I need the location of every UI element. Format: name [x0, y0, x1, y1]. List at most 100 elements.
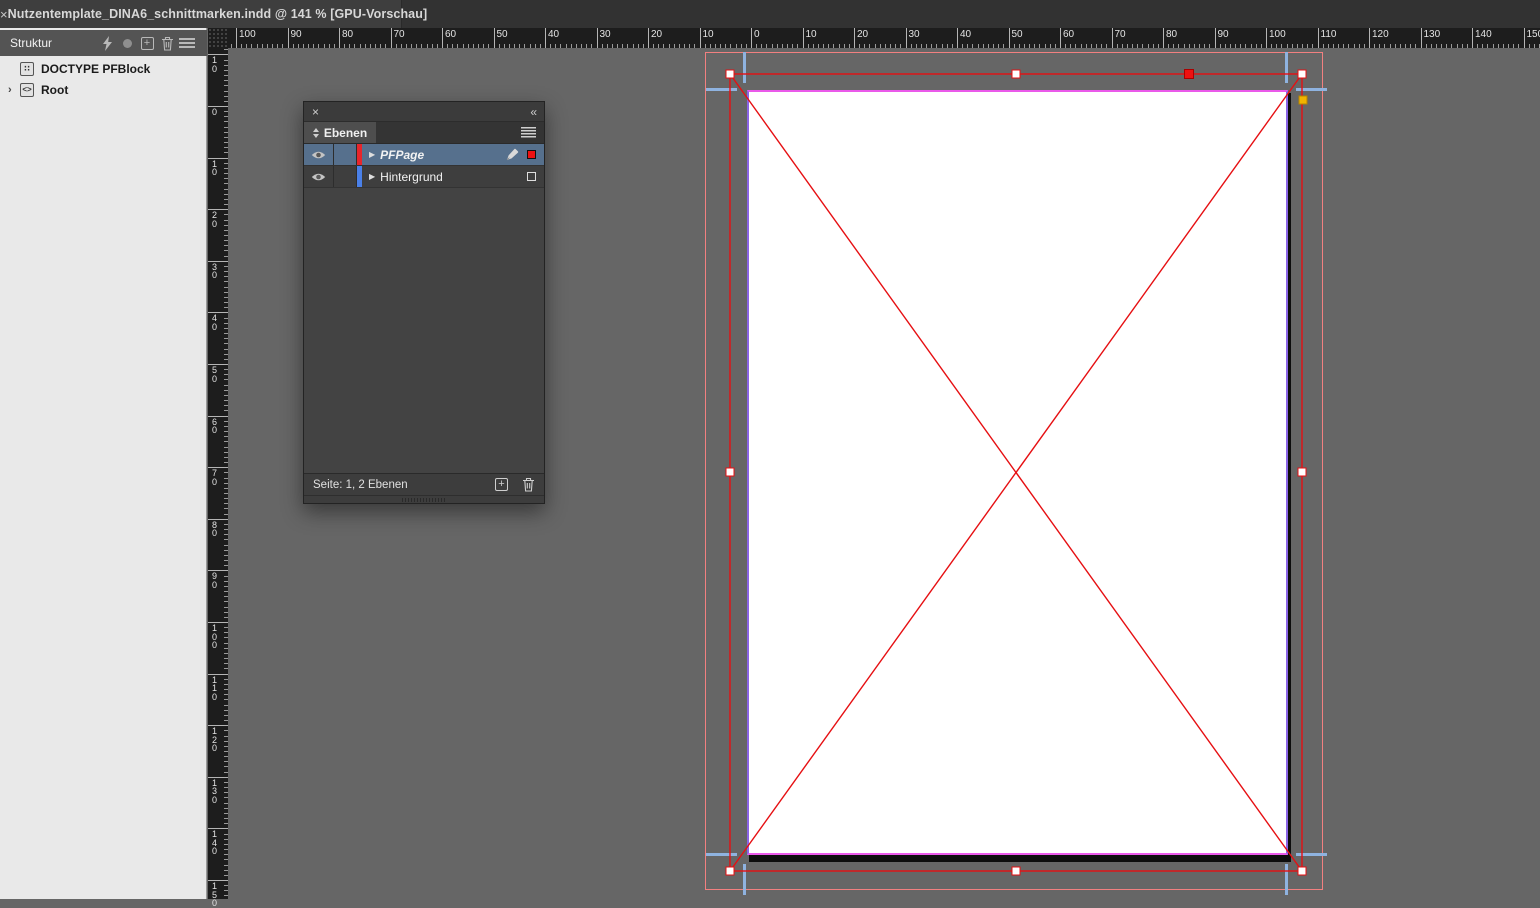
- ruler-major-tick: [1524, 28, 1525, 48]
- ruler-minor-tick: [643, 44, 644, 48]
- trash-icon: [161, 36, 174, 51]
- layer-row-hintergrund[interactable]: ▶ Hintergrund: [304, 166, 544, 188]
- ruler-label: 8 0: [212, 521, 224, 538]
- live-corner-widget[interactable]: [1299, 96, 1308, 105]
- ruler-minor-tick: [483, 44, 484, 48]
- ruler-minor-tick: [1199, 44, 1200, 48]
- layer-row-pfpage[interactable]: ▶ PFPage: [304, 144, 544, 166]
- ruler-major-tick: [208, 725, 228, 726]
- ruler-minor-tick: [224, 612, 228, 613]
- layers-panel-titlebar[interactable]: × «: [304, 102, 544, 122]
- ruler-minor-tick: [224, 276, 228, 277]
- handle-top-right[interactable]: [1298, 70, 1307, 79]
- handle-bottom-right[interactable]: [1298, 867, 1307, 876]
- ruler-minor-tick: [900, 44, 901, 48]
- record-icon[interactable]: [117, 34, 137, 52]
- close-tab-icon[interactable]: ×: [0, 7, 8, 22]
- ruler-label: 1 3 0: [212, 779, 224, 805]
- layer-name[interactable]: PFPage: [380, 148, 424, 162]
- ruler-minor-tick: [224, 343, 228, 344]
- ruler-minor-tick: [504, 44, 505, 48]
- layer-disclosure-icon[interactable]: ▶: [369, 172, 375, 181]
- ruler-major-tick: [1421, 28, 1422, 48]
- ruler-label: 20: [651, 29, 662, 40]
- ruler-minor-tick: [224, 349, 228, 350]
- ruler-label: 130: [1424, 29, 1441, 40]
- handle-middle-left[interactable]: [726, 468, 735, 477]
- ruler-minor-tick: [224, 85, 228, 86]
- validate-structure-button[interactable]: [97, 34, 117, 52]
- layer-lock-cell[interactable]: [334, 166, 357, 187]
- ruler-major-tick: [597, 28, 598, 48]
- ruler-minor-tick: [224, 379, 228, 380]
- ruler-minor-tick: [993, 44, 994, 48]
- ruler-origin-box[interactable]: [208, 28, 228, 48]
- ruler-minor-tick: [1168, 44, 1169, 48]
- ruler-minor-tick: [787, 44, 788, 48]
- lightning-icon: [102, 36, 113, 51]
- ruler-minor-tick: [224, 653, 228, 654]
- layer-disclosure-icon[interactable]: ▶: [369, 150, 375, 159]
- ruler-minor-tick: [689, 44, 690, 48]
- ruler-minor-tick: [756, 44, 757, 48]
- ruler-major-tick: [208, 54, 228, 55]
- horizontal-ruler[interactable]: 1009080706050403020100102030405060708090…: [228, 28, 1540, 48]
- ruler-minor-tick: [224, 715, 228, 716]
- ruler-minor-tick: [612, 44, 613, 48]
- layers-panel-menu-button[interactable]: [521, 127, 536, 138]
- ruler-minor-tick: [679, 44, 680, 48]
- layer-lock-cell[interactable]: [334, 144, 357, 165]
- ruler-minor-tick: [1132, 44, 1133, 48]
- delete-layer-button[interactable]: [522, 477, 535, 492]
- document-tab[interactable]: × Nutzentemplate_DINA6_schnittmarken.ind…: [0, 0, 402, 28]
- ruler-minor-tick: [1307, 44, 1308, 48]
- new-layer-button[interactable]: +: [495, 478, 508, 491]
- ruler-minor-tick: [1148, 44, 1149, 48]
- ruler-minor-tick: [540, 44, 541, 48]
- ruler-minor-tick: [1122, 44, 1123, 48]
- handle-bottom-left[interactable]: [726, 867, 735, 876]
- layer-selection-proxy[interactable]: [527, 172, 536, 181]
- structure-item-doctype-pfblock[interactable]: ∷DOCTYPE PFBlock: [0, 58, 207, 79]
- ruler-minor-tick: [224, 710, 228, 711]
- expand-arrow-icon[interactable]: ›: [8, 84, 20, 96]
- collapse-panel-icon[interactable]: «: [530, 105, 536, 119]
- ruler-minor-tick: [224, 369, 228, 370]
- ruler-minor-tick: [224, 834, 228, 835]
- layer-visibility-toggle[interactable]: [304, 166, 334, 187]
- tab-ebenen[interactable]: Ebenen: [304, 122, 376, 143]
- layer-visibility-toggle[interactable]: [304, 144, 334, 165]
- ruler-minor-tick: [586, 44, 587, 48]
- ruler-minor-tick: [566, 44, 567, 48]
- ruler-minor-tick: [293, 44, 294, 48]
- ruler-label: 30: [909, 29, 920, 40]
- delete-element-button[interactable]: [157, 34, 177, 52]
- handle-middle-right[interactable]: [1298, 468, 1307, 477]
- ruler-minor-tick: [452, 44, 453, 48]
- close-panel-icon[interactable]: ×: [312, 105, 319, 119]
- vertical-ruler[interactable]: 1 001 02 03 04 05 06 07 08 09 01 0 01 1 …: [208, 48, 228, 899]
- structure-item-root[interactable]: ›<>Root: [0, 79, 207, 100]
- ruler-major-tick: [648, 28, 649, 48]
- layer-color-bar: [357, 166, 362, 187]
- ruler-minor-tick: [224, 323, 228, 324]
- add-element-button[interactable]: +: [137, 34, 157, 52]
- panel-resize-handle[interactable]: [304, 495, 544, 503]
- layer-selection-proxy[interactable]: [527, 150, 536, 159]
- ruler-minor-tick: [1271, 44, 1272, 48]
- ruler-minor-tick: [978, 44, 979, 48]
- ruler-minor-tick: [1338, 44, 1339, 48]
- handle-top-center[interactable]: [1012, 70, 1021, 79]
- selected-anchor-point[interactable]: [1184, 69, 1194, 79]
- ruler-minor-tick: [303, 44, 304, 48]
- ruler-major-tick: [545, 28, 546, 48]
- structure-panel-menu-button[interactable]: [177, 34, 197, 52]
- ruler-minor-tick: [1493, 44, 1494, 48]
- handle-top-left[interactable]: [726, 70, 735, 79]
- ruler-minor-tick: [1451, 44, 1452, 48]
- layer-name[interactable]: Hintergrund: [380, 170, 443, 184]
- handle-bottom-center[interactable]: [1012, 867, 1021, 876]
- ruler-minor-tick: [746, 44, 747, 48]
- ruler-label: 0: [754, 29, 760, 40]
- ruler-minor-tick: [1189, 44, 1190, 48]
